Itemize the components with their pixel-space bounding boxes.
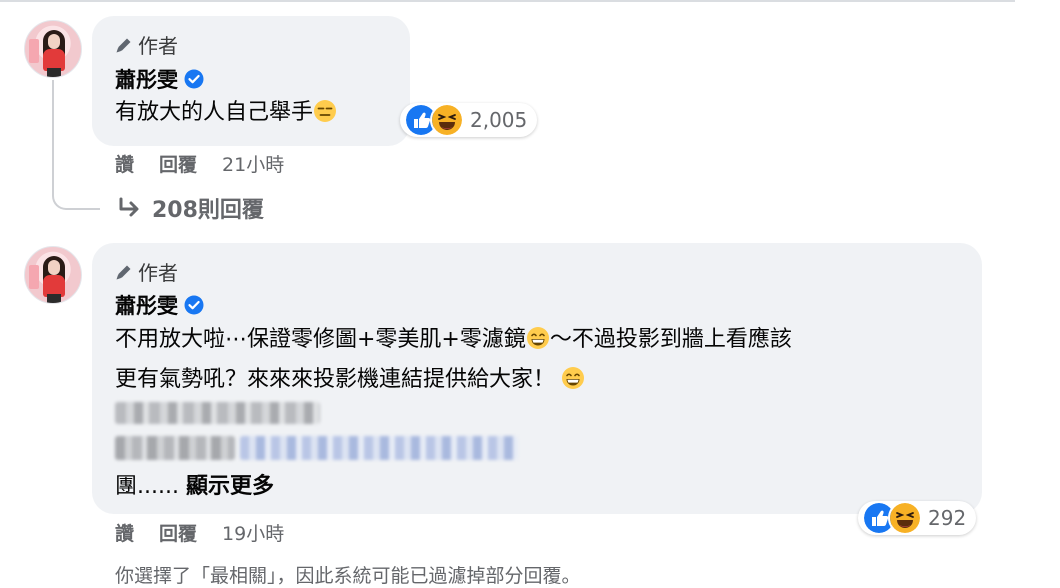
pencil-icon <box>114 35 134 55</box>
filter-notice: 你選擇了「最相關」，因此系統可能已過濾掉部分回覆。 <box>115 565 581 587</box>
avatar[interactable] <box>24 20 82 78</box>
reaction-count: 2,005 <box>470 108 528 132</box>
redacted-block <box>115 402 320 424</box>
comment-text-line: 團...... 顯示更多 <box>115 473 274 501</box>
reaction-count: 292 <box>928 506 967 530</box>
reply-arrow-icon <box>116 197 142 219</box>
reply-button[interactable]: 回覆 <box>159 150 197 177</box>
grinning-emoji <box>561 366 585 390</box>
reply-button[interactable]: 回覆 <box>159 519 197 546</box>
grinning-emoji <box>526 326 550 350</box>
haha-reaction-icon <box>888 501 922 535</box>
top-divider <box>0 0 1015 2</box>
commenter-name[interactable]: 蕭彤雯 <box>115 64 178 94</box>
comment-actions: 讚 回覆 21小時 <box>115 150 284 177</box>
expressionless-emoji <box>313 99 337 123</box>
avatar[interactable] <box>24 246 82 304</box>
reaction-summary[interactable]: 2,005 <box>400 103 538 137</box>
thread-line-elbow <box>52 194 100 210</box>
like-button[interactable]: 讚 <box>115 519 134 546</box>
verified-icon <box>184 295 204 315</box>
timestamp[interactable]: 21小時 <box>222 150 284 177</box>
comment-text: 有放大的人自己舉手 <box>115 99 337 127</box>
comment-text-segment: 不用放大啦⋯保證零修圖+零美肌+零濾鏡 <box>115 327 526 352</box>
verified-icon <box>184 69 204 89</box>
author-badge: 作者 <box>114 257 178 286</box>
author-badge-label: 作者 <box>138 34 178 58</box>
reaction-summary[interactable]: 292 <box>858 501 977 535</box>
see-more-button[interactable]: 顯示更多 <box>186 474 274 499</box>
timestamp[interactable]: 19小時 <box>222 519 284 546</box>
comment-text-line: 有放大的人自己舉手 <box>115 100 314 125</box>
commenter-name[interactable]: 蕭彤雯 <box>115 290 178 320</box>
comment-text-segment: 更有氣勢吼？來來來投影機連結提供給大家！ <box>115 367 556 392</box>
author-badge-label: 作者 <box>138 261 178 285</box>
comment-text-line: 更有氣勢吼？來來來投影機連結提供給大家！ <box>115 366 585 394</box>
thread-line <box>52 80 54 196</box>
redacted-block <box>115 436 235 460</box>
haha-reaction-icon <box>430 103 464 137</box>
view-replies-button[interactable]: 208則回覆 <box>116 192 264 224</box>
redacted-link[interactable] <box>240 436 518 460</box>
comment-text-segment: ～不過投影到牆上看應該 <box>549 327 792 352</box>
comment-actions: 讚 回覆 19小時 <box>115 519 284 546</box>
truncated-text: 團...... <box>115 474 179 499</box>
replies-count-label: 208則回覆 <box>152 198 264 223</box>
commenter: 蕭彤雯 <box>115 64 204 94</box>
author-badge: 作者 <box>114 30 178 59</box>
commenter: 蕭彤雯 <box>115 290 204 320</box>
comment-text-line: 不用放大啦⋯保證零修圖+零美肌+零濾鏡 ～不過投影到牆上看應該 <box>115 326 792 354</box>
pencil-icon <box>114 262 134 282</box>
like-button[interactable]: 讚 <box>115 150 134 177</box>
